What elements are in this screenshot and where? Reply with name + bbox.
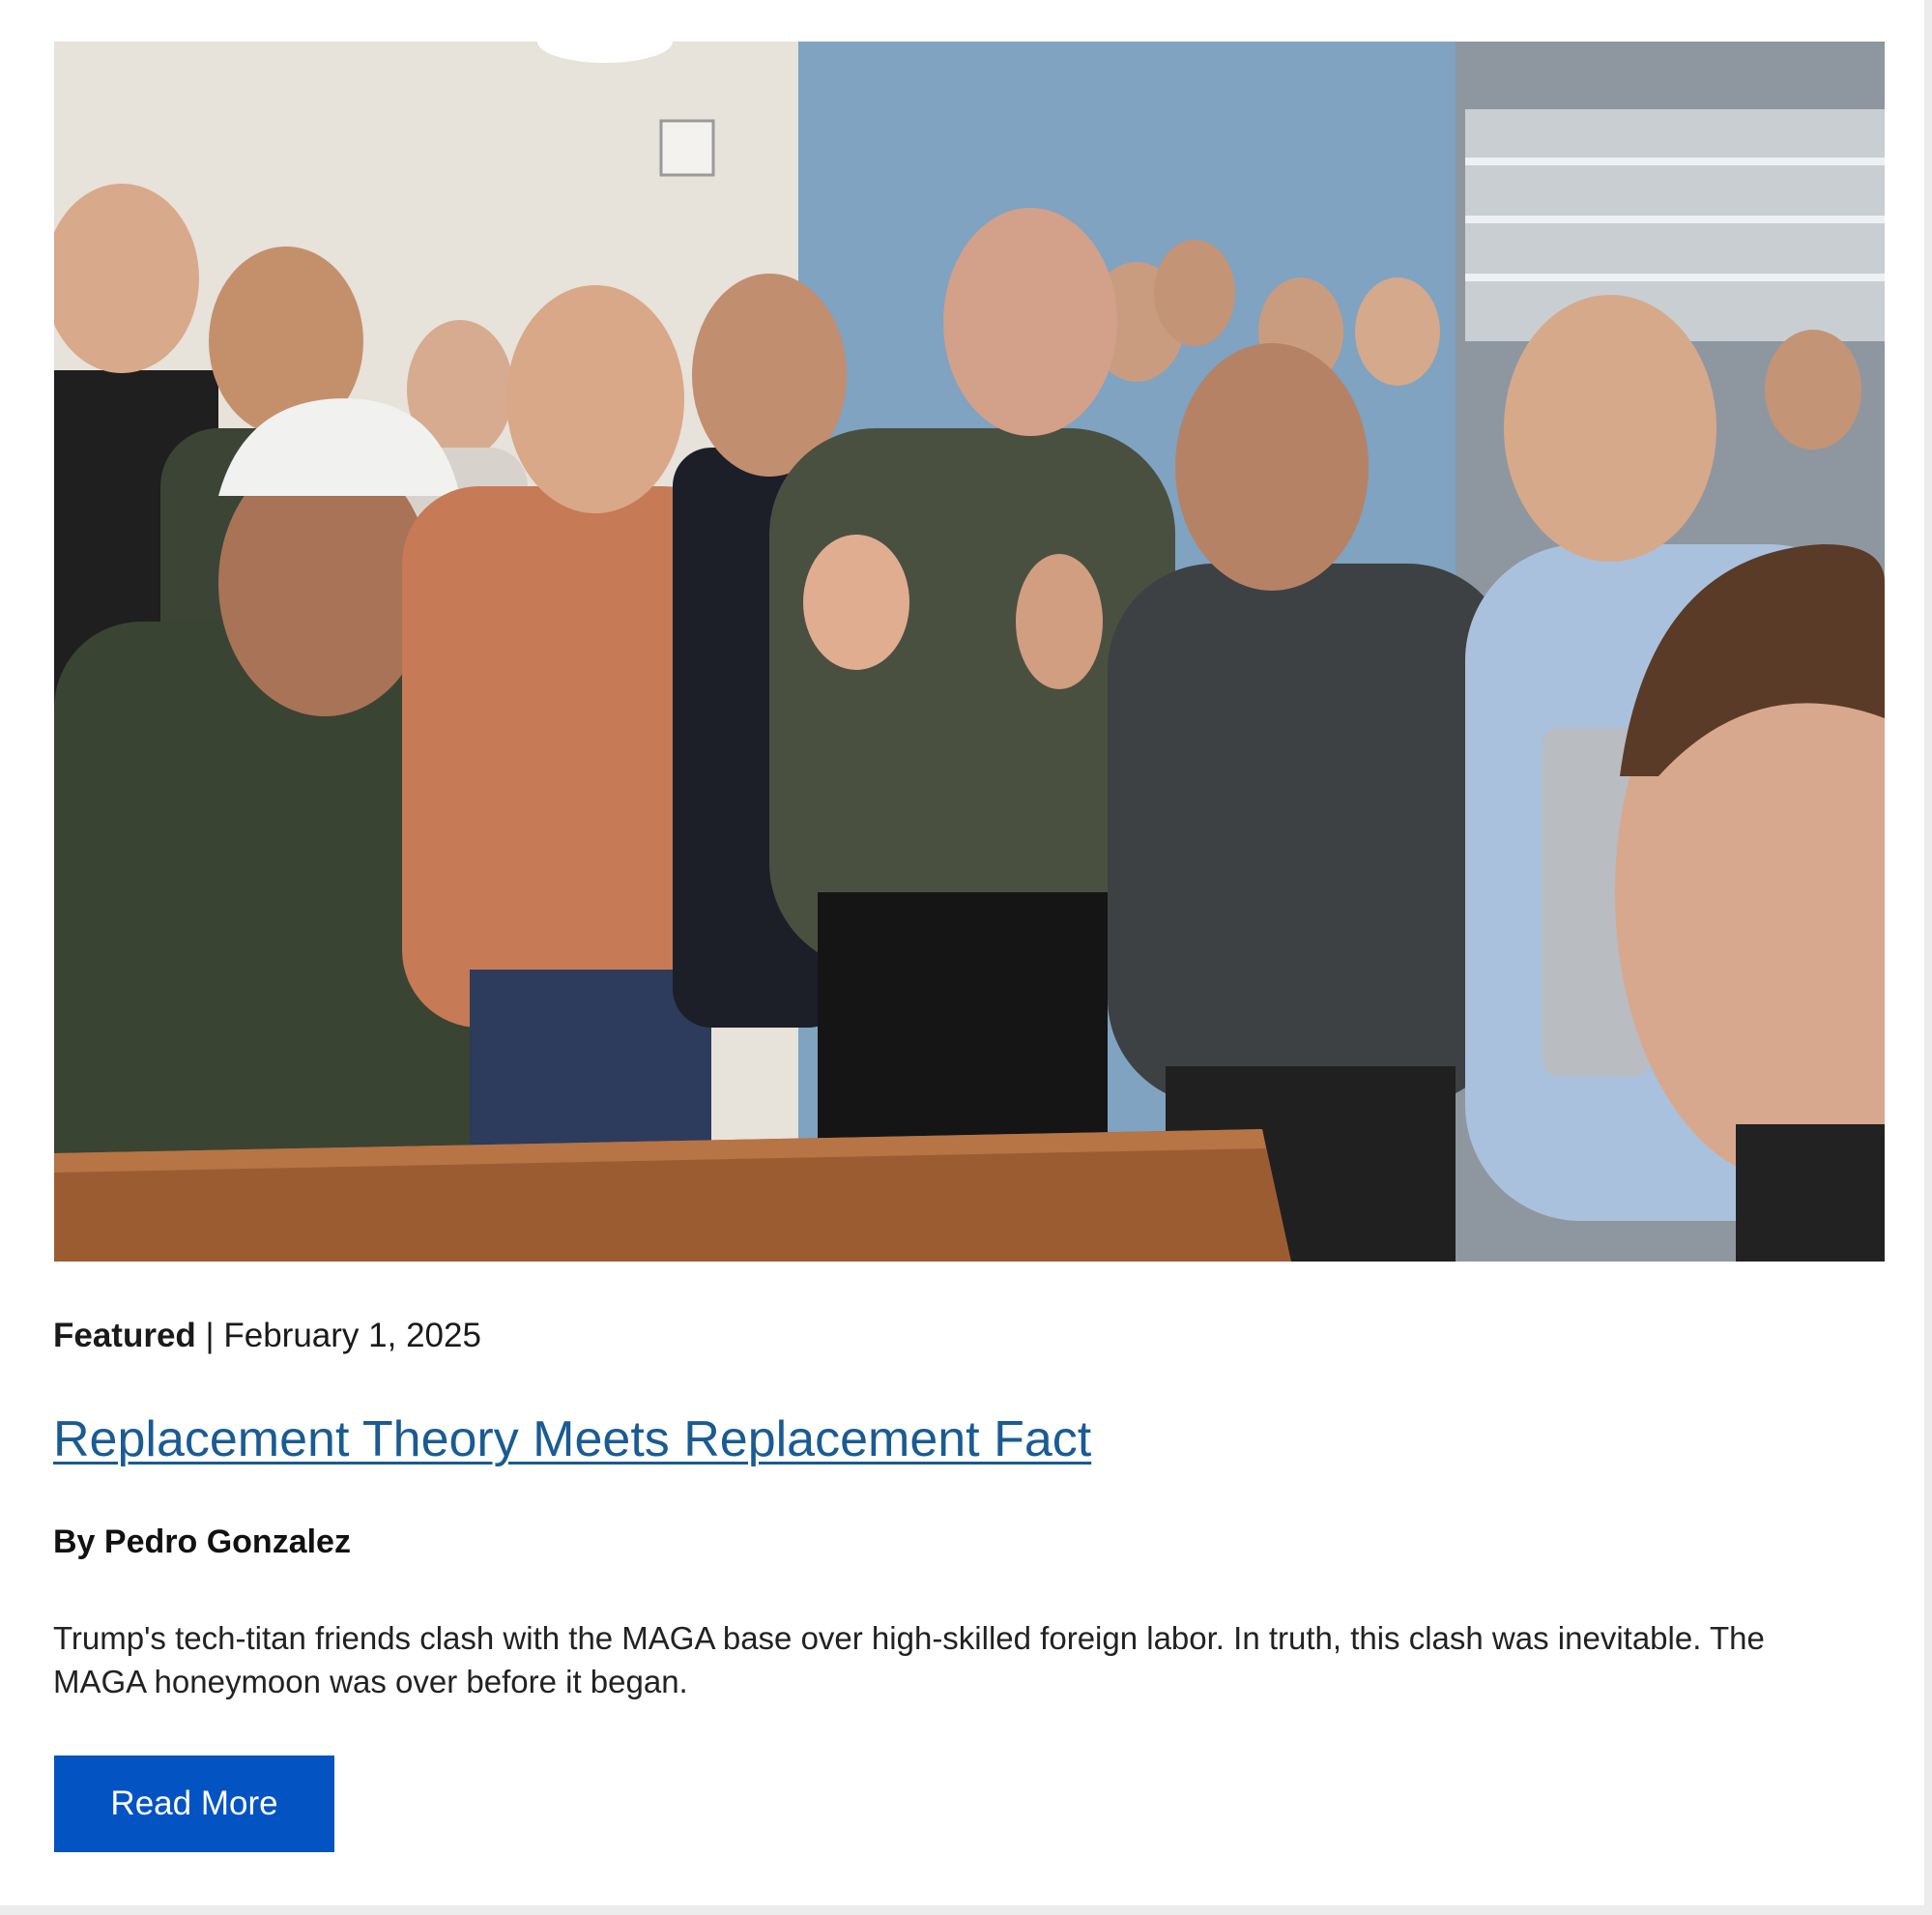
article-date: February 1, 2025 (223, 1317, 481, 1354)
article-summary: Trump's tech-titan friends clash with th… (53, 1620, 1765, 1699)
article-meta: Featured | February 1, 2025 (53, 1316, 481, 1356)
group-photo (54, 42, 1885, 1262)
article-byline: By Pedro Gonzalez (53, 1523, 351, 1560)
meta-separator: | (205, 1317, 215, 1354)
article-title-link[interactable]: Replacement Theory Meets Replacement Fac… (53, 1408, 1091, 1470)
article-card: Featured | February 1, 2025 Replacement … (0, 0, 1924, 1905)
read-more-button[interactable]: Read More (54, 1755, 334, 1852)
article-category: Featured (53, 1317, 196, 1354)
article-hero-image[interactable] (54, 42, 1885, 1262)
